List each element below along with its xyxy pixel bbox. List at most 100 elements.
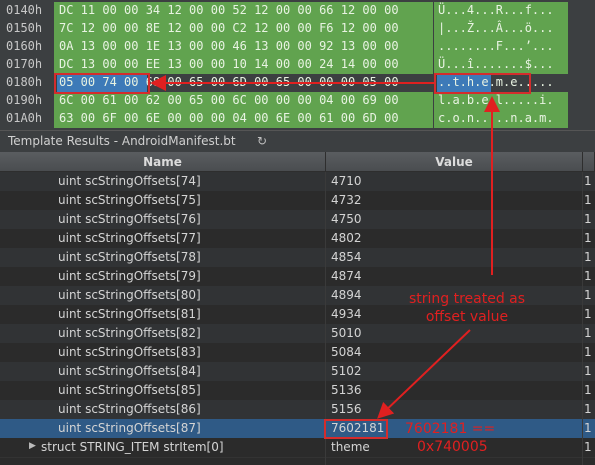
row-extra: 1 [584, 326, 592, 340]
row-value: 4854 [331, 250, 362, 264]
value-highlight-box [324, 419, 388, 439]
row-name: uint scStringOffsets[81] [58, 307, 201, 321]
hex-bytes-text: 6C 00 61 00 62 00 65 00 6C 00 00 00 04 0… [59, 93, 399, 107]
row-name: struct STRING_ITEM strItem[0] [41, 440, 224, 454]
hex-ascii[interactable]: Ü...4...R...f... [434, 2, 568, 20]
hex-bytes[interactable]: 0A 13 00 00 1E 13 00 00 46 13 00 00 92 1… [54, 38, 433, 56]
row-value: 5156 [331, 402, 362, 416]
row-extra: 1 [584, 250, 592, 264]
hex-bytes-highlight-box [54, 73, 150, 94]
hex-address: 0140h [6, 3, 43, 17]
table-row[interactable]: uint scStringOffsets[75] 4732 1 [0, 191, 595, 211]
row-extra: 1 [584, 421, 592, 435]
row-value: 4934 [331, 307, 362, 321]
hex-ascii-text: l.a.b.e.l.....i. [438, 93, 554, 107]
row-value: 4874 [331, 269, 362, 283]
hex-address: 0160h [6, 39, 43, 53]
hex-bytes-text: 0A 13 00 00 1E 13 00 00 46 13 00 00 92 1… [59, 39, 399, 53]
row-extra: 1 [584, 402, 592, 416]
row-name: uint scStringOffsets[82] [58, 326, 201, 340]
hex-ascii-text: Ü...î.......$... [438, 57, 554, 71]
annotation-line: string treated as [408, 291, 526, 307]
hex-bytes[interactable]: 7C 12 00 00 8E 12 00 00 C2 12 00 00 F6 1… [54, 20, 433, 38]
hex-bytes[interactable]: 63 00 6F 00 6E 00 00 00 04 00 6E 00 61 0… [54, 110, 433, 128]
row-value: 4802 [331, 231, 362, 245]
row-value: 4894 [331, 288, 362, 302]
hex-address: 0190h [6, 93, 43, 107]
hex-ascii-text: ........F...’... [438, 39, 554, 53]
column-header-extra[interactable] [583, 152, 595, 172]
template-results-header: Template Results - AndroidManifest.bt ↻ [0, 130, 595, 153]
annotation-line: 0x740005 [417, 439, 488, 455]
refresh-icon[interactable]: ↻ [257, 134, 271, 148]
row-name: uint scStringOffsets[75] [58, 193, 201, 207]
row-extra: 1 [584, 383, 592, 397]
column-header-value[interactable]: Value [326, 152, 583, 172]
hex-row[interactable]: 0170h DC 13 00 00 EE 13 00 00 10 14 00 0… [0, 56, 595, 74]
hex-ascii-text: Ü...4...R...f... [438, 3, 554, 17]
row-name: uint scStringOffsets[83] [58, 345, 201, 359]
hex-ascii[interactable]: ........F...’... [434, 38, 568, 56]
table-row[interactable]: uint scStringOffsets[74] 4710 1 [0, 172, 595, 192]
row-name: uint scStringOffsets[76] [58, 212, 201, 226]
table-row[interactable]: uint scStringOffsets[76] 4750 1 [0, 210, 595, 230]
row-extra: 1 [584, 364, 592, 378]
hex-ascii-text: c.o.n.....n.a.m. [438, 111, 554, 125]
table-row[interactable]: uint scStringOffsets[77] 4802 1 [0, 229, 595, 249]
row-name: uint scStringOffsets[85] [58, 383, 201, 397]
expand-arrow-icon[interactable]: ▶ [29, 441, 36, 451]
hex-row[interactable]: 0190h 6C 00 61 00 62 00 65 00 6C 00 00 0… [0, 92, 595, 110]
hex-bytes[interactable]: DC 11 00 00 34 12 00 00 52 12 00 00 66 1… [54, 2, 433, 20]
hex-bytes[interactable]: 6C 00 61 00 62 00 65 00 6C 00 00 00 04 0… [54, 92, 433, 110]
row-extra: 1 [584, 212, 592, 226]
hex-address: 0170h [6, 57, 43, 71]
hex-address: 01A0h [6, 111, 43, 125]
table-row[interactable]: uint scStringOffsets[79] 4874 1 [0, 267, 595, 287]
table-row[interactable]: uint scStringOffsets[82] 5010 1 [0, 324, 595, 344]
hex-editor-panel[interactable]: 0140h DC 11 00 00 34 12 00 00 52 12 00 0… [0, 0, 595, 130]
row-extra: 1 [584, 174, 592, 188]
row-name: uint scStringOffsets[74] [58, 174, 201, 188]
template-results-title: Template Results - AndroidManifest.bt [8, 134, 236, 148]
row-name: uint scStringOffsets[87] [58, 421, 201, 435]
row-value: 5102 [331, 364, 362, 378]
hex-ascii[interactable]: Ü...î.......$... [434, 56, 568, 74]
table-row[interactable]: uint scStringOffsets[83] 5084 1 [0, 343, 595, 363]
row-name: uint scStringOffsets[77] [58, 231, 201, 245]
table-row[interactable]: uint scStringOffsets[85] 5136 1 [0, 381, 595, 401]
hex-bytes-text: DC 13 00 00 EE 13 00 00 10 14 00 00 24 1… [59, 57, 399, 71]
row-extra: 1 [584, 288, 592, 302]
hex-row[interactable]: 0160h 0A 13 00 00 1E 13 00 00 46 13 00 0… [0, 38, 595, 56]
annotation-line: offset value [425, 309, 509, 325]
column-header-name[interactable]: Name [0, 152, 326, 172]
hex-address: 0180h [6, 75, 43, 89]
row-value: 4750 [331, 212, 362, 226]
row-value: 5010 [331, 326, 362, 340]
hex-ascii[interactable]: l.a.b.e.l.....i. [434, 92, 568, 110]
hex-row[interactable]: 0140h DC 11 00 00 34 12 00 00 52 12 00 0… [0, 2, 595, 20]
row-name: uint scStringOffsets[84] [58, 364, 201, 378]
hex-address: 0150h [6, 21, 43, 35]
row-extra: 1 [584, 193, 592, 207]
hex-row[interactable]: 01A0h 63 00 6F 00 6E 00 00 00 04 00 6E 0… [0, 110, 595, 128]
annotation-string-offset: string treated as offset value [402, 290, 532, 326]
annotation-line: 7602181 == [405, 421, 496, 437]
table-row[interactable]: uint scStringOffsets[86] 5156 1 [0, 400, 595, 420]
table-row[interactable]: uint scStringOffsets[84] 5102 1 [0, 362, 595, 382]
row-extra: 1 [584, 307, 592, 321]
row-extra: 1 [584, 269, 592, 283]
row-name: uint scStringOffsets[78] [58, 250, 201, 264]
hex-ascii[interactable]: c.o.n.....n.a.m. [434, 110, 568, 128]
row-extra: 1 [584, 345, 592, 359]
row-value: theme [331, 440, 370, 454]
hex-row[interactable]: 0150h 7C 12 00 00 8E 12 00 00 C2 12 00 0… [0, 20, 595, 38]
row-value: 5084 [331, 345, 362, 359]
row-extra: 1 [584, 231, 592, 245]
table-row[interactable]: uint scStringOffsets[78] 4854 1 [0, 248, 595, 268]
hex-bytes[interactable]: DC 13 00 00 EE 13 00 00 10 14 00 00 24 1… [54, 56, 433, 74]
hex-ascii-text: |...Ž...Â...ö... [438, 21, 554, 35]
hex-ascii[interactable]: |...Ž...Â...ö... [434, 20, 568, 38]
row-value: 4732 [331, 193, 362, 207]
row-name: uint scStringOffsets[80] [58, 288, 201, 302]
hex-bytes-text: DC 11 00 00 34 12 00 00 52 12 00 00 66 1… [59, 3, 399, 17]
